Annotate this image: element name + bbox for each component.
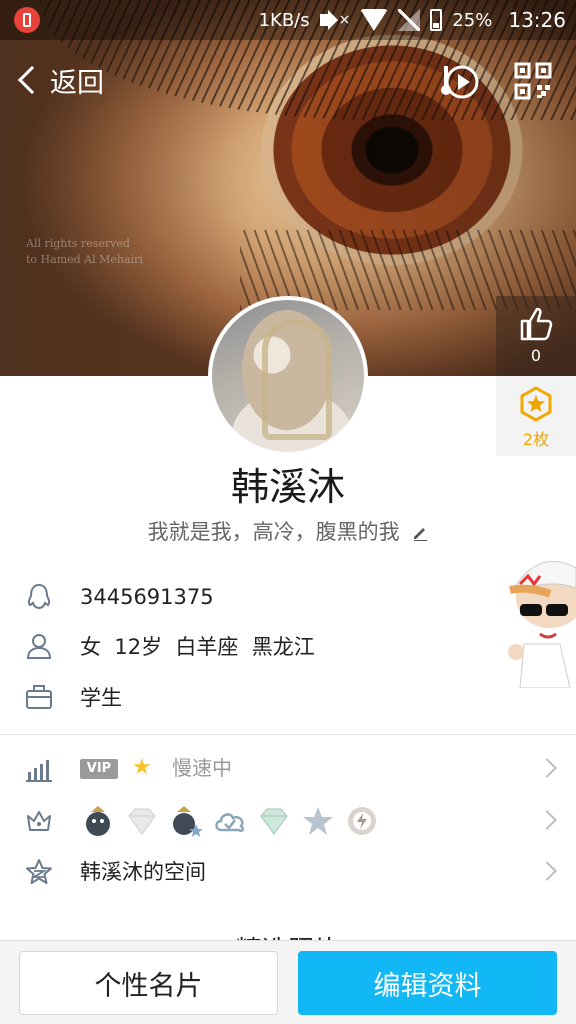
edit-pen-icon[interactable] bbox=[412, 525, 428, 541]
basic-info: 女 12岁 白羊座 黑龙江 bbox=[80, 635, 315, 659]
star-icon: ★ bbox=[132, 755, 152, 780]
signature-text: 我就是我，高冷，腹黑的我 bbox=[147, 520, 400, 544]
music-button[interactable] bbox=[438, 60, 482, 104]
network-speed: 1KB/s bbox=[258, 9, 310, 31]
occupation-row: 学生 bbox=[0, 673, 576, 721]
profile-signature[interactable]: 我就是我，高冷，腹黑的我 bbox=[0, 516, 576, 546]
battery-icon bbox=[430, 9, 443, 31]
battery-percent: 25% bbox=[452, 9, 493, 31]
star-badge-icon bbox=[300, 803, 336, 839]
cloud-badge-icon bbox=[212, 803, 248, 839]
qq-number-row: 3445691375 bbox=[0, 573, 576, 621]
profile-name: 韩溪沐 bbox=[230, 465, 345, 509]
avatar[interactable] bbox=[208, 296, 368, 456]
vip-status: 慢速中 bbox=[172, 756, 232, 780]
briefcase-icon bbox=[26, 685, 52, 709]
chevron-right-icon bbox=[537, 758, 557, 778]
medal-star-icon bbox=[520, 386, 552, 422]
bottom-action-bar: 个性名片 编辑资料 bbox=[0, 940, 576, 1024]
like-count: 0 bbox=[530, 346, 542, 365]
qr-code-button[interactable] bbox=[514, 62, 552, 100]
app-notification-icon bbox=[14, 7, 40, 33]
qzone-label: 韩溪沐的空间 bbox=[80, 860, 206, 884]
badges-row[interactable] bbox=[0, 795, 576, 847]
like-button[interactable]: 0 bbox=[496, 296, 576, 376]
diamond-badge-icon bbox=[124, 803, 160, 839]
penguin-icon bbox=[27, 583, 51, 610]
wifi-icon bbox=[360, 9, 389, 31]
medal-button[interactable]: 2枚 bbox=[496, 376, 576, 456]
qq-number: 3445691375 bbox=[80, 585, 214, 609]
green-diamond-badge-icon bbox=[256, 803, 292, 839]
person-icon bbox=[26, 634, 52, 659]
lightning-badge-icon bbox=[344, 803, 380, 839]
no-signal-icon bbox=[398, 9, 421, 31]
section-divider bbox=[0, 734, 576, 735]
qr-code-icon bbox=[514, 62, 552, 100]
status-time: 13:26 bbox=[508, 8, 566, 32]
status-bar: 1KB/s × 25% 13:26 bbox=[0, 0, 576, 40]
cover-watermark: All rights reserved to Hamed Al Mehairi bbox=[26, 236, 143, 268]
qzone-star-icon bbox=[26, 859, 52, 884]
thumbs-up-icon bbox=[520, 307, 553, 341]
back-label: 返回 bbox=[50, 67, 104, 99]
chevron-left-icon bbox=[17, 65, 47, 95]
avatar-frame-detail bbox=[262, 320, 332, 440]
edit-profile-button[interactable]: 编辑资料 bbox=[298, 951, 557, 1015]
occupation: 学生 bbox=[80, 686, 122, 710]
badges-list bbox=[80, 801, 380, 841]
medal-count: 2枚 bbox=[522, 430, 550, 449]
penguin-star-badge-icon bbox=[168, 803, 204, 839]
growth-chart-icon bbox=[26, 760, 52, 782]
crown-icon bbox=[27, 811, 51, 831]
penguin-badge-icon bbox=[80, 803, 116, 839]
mute-icon: × bbox=[319, 10, 350, 30]
cover-watermark-line1: All rights reserved bbox=[26, 237, 130, 250]
back-button[interactable]: 返回 bbox=[16, 58, 104, 102]
qzone-row[interactable]: 韩溪沐的空间 bbox=[0, 846, 576, 898]
status-right: 1KB/s × 25% 13:26 bbox=[259, 0, 566, 40]
music-note-icon bbox=[441, 65, 479, 99]
vip-badge: VIP bbox=[80, 759, 118, 779]
vip-row[interactable]: VIP ★ 慢速中 bbox=[0, 743, 576, 795]
cover-watermark-line2: to Hamed Al Mehairi bbox=[26, 253, 143, 266]
profile-card-button[interactable]: 个性名片 bbox=[19, 951, 278, 1015]
chevron-right-icon bbox=[537, 810, 557, 830]
basic-info-row: 女 12岁 白羊座 黑龙江 bbox=[0, 622, 576, 670]
chevron-right-icon bbox=[537, 861, 557, 881]
